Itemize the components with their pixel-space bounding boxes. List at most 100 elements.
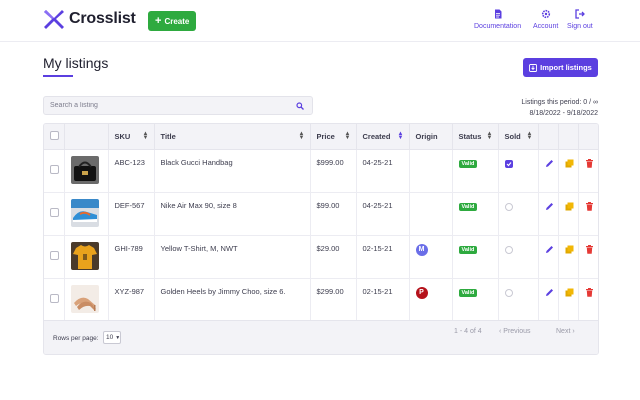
table-row[interactable]: XYZ-987 Golden Heels by Jimmy Choo, size… — [44, 278, 598, 322]
nav-sign-out-label: Sign out — [567, 23, 593, 30]
header-edit — [538, 124, 559, 150]
search-input[interactable] — [44, 102, 296, 109]
status-badge: Valid — [458, 159, 478, 168]
chevron-right-icon: › — [570, 328, 575, 335]
header-created[interactable]: Created ▲ ▼ — [356, 124, 410, 150]
sort-icon[interactable]: ▲ ▼ — [345, 131, 351, 141]
sort-icon[interactable]: ▲ ▼ — [299, 131, 305, 141]
price-cell: $99.00 — [310, 192, 357, 236]
sneaker-thumbnail-icon[interactable] — [70, 198, 99, 227]
pagination-range: 1 - 4 of 4 — [454, 328, 482, 335]
app-name: Crosslist — [69, 10, 136, 27]
import-listings-button[interactable]: Import listings — [523, 58, 598, 77]
nav-documentation[interactable]: Documentation — [474, 9, 521, 30]
delete-cell — [578, 192, 598, 236]
check-icon — [506, 161, 511, 166]
title-cell[interactable]: Nike Air Max 90, size 8 — [154, 192, 311, 236]
nav-account[interactable]: Account — [533, 9, 558, 30]
created-cell: 04-25-21 — [356, 192, 410, 236]
row-checkbox[interactable] — [50, 208, 59, 217]
header-title[interactable]: Title ▲ ▼ — [154, 124, 311, 150]
logo[interactable]: Crosslist — [43, 8, 136, 30]
nav-sign-out[interactable]: Sign out — [567, 9, 593, 30]
thumb-cell — [64, 278, 109, 322]
sort-active-icon[interactable]: ▲ ▼ — [398, 131, 404, 141]
row-select-cell — [44, 235, 65, 279]
table-row[interactable]: DEF-567 Nike Air Max 90, size 8 $99.00 0… — [44, 192, 598, 236]
duplicate-icon[interactable] — [565, 202, 574, 211]
create-label: Create — [164, 16, 190, 26]
page-title: My listings — [43, 55, 109, 71]
select-all-cell — [44, 124, 65, 150]
sold-checkbox-checked[interactable] — [504, 159, 513, 168]
thumb-cell — [64, 235, 109, 279]
row-checkbox[interactable] — [50, 294, 59, 303]
table-row[interactable]: ABC-123 Black Gucci Handbag $999.00 04-2… — [44, 149, 598, 193]
thumb-cell — [64, 149, 109, 193]
title-cell[interactable]: Golden Heels by Jimmy Choo, size 6. — [154, 278, 311, 322]
header-delete — [578, 124, 598, 150]
status-badge: Valid — [458, 288, 478, 297]
mercari-origin-icon: M — [415, 243, 428, 256]
duplicate-icon[interactable] — [565, 288, 574, 297]
plus-icon: + — [155, 14, 162, 27]
table-row[interactable]: GHI-789 Yellow T-Shirt, M, NWT $29.00 02… — [44, 235, 598, 279]
search-icon[interactable] — [296, 101, 304, 110]
sort-icon[interactable]: ▲ ▼ — [143, 131, 149, 141]
price-cell: $29.00 — [310, 235, 357, 279]
status-cell: Valid — [452, 149, 499, 193]
pencil-icon[interactable] — [545, 288, 554, 297]
trash-icon[interactable] — [585, 287, 594, 297]
trash-icon[interactable] — [585, 158, 594, 168]
duplicate-cell — [558, 149, 579, 193]
rows-per-page-label: Rows per page: — [53, 335, 99, 342]
duplicate-cell — [558, 235, 579, 279]
nav-account-label: Account — [533, 23, 559, 30]
duplicate-icon[interactable] — [565, 245, 574, 254]
header-status[interactable]: Status ▲ ▼ — [452, 124, 499, 150]
duplicate-cell — [558, 278, 579, 322]
title-cell[interactable]: Black Gucci Handbag — [154, 149, 311, 193]
handbag-thumbnail-icon[interactable] — [70, 155, 99, 184]
chevron-down-icon: ▼ — [115, 334, 121, 341]
rows-per-page-select[interactable]: 10 ▼ — [103, 331, 121, 344]
thumb-cell — [64, 192, 109, 236]
next-page-button[interactable]: Next › — [556, 328, 575, 335]
header-sold[interactable]: Sold ▲ ▼ — [498, 124, 539, 150]
tshirt-thumbnail-icon[interactable] — [70, 241, 99, 270]
header-price[interactable]: Price ▲ ▼ — [310, 124, 357, 150]
nav-documentation-label: Documentation — [474, 23, 522, 30]
row-checkbox[interactable] — [50, 251, 59, 260]
search-box — [43, 96, 313, 115]
sort-icon[interactable]: ▲ ▼ — [487, 131, 493, 141]
pencil-icon[interactable] — [545, 159, 554, 168]
trash-icon[interactable] — [585, 201, 594, 211]
header-created-label: Created — [362, 131, 391, 141]
trash-icon[interactable] — [585, 244, 594, 254]
pencil-icon[interactable] — [545, 202, 554, 211]
previous-page-button[interactable]: ‹ Previous — [499, 328, 531, 335]
price-cell: $999.00 — [310, 149, 357, 193]
edit-cell — [538, 235, 559, 279]
sold-cell — [498, 235, 539, 279]
listings-period: Listings this period: 0 / ∞ 8/18/2022 - … — [521, 97, 598, 119]
sku-cell: GHI-789 — [108, 235, 155, 279]
heels-thumbnail-icon[interactable] — [70, 284, 99, 313]
listings-table: SKU ▲ ▼ Title ▲ ▼ Price ▲ ▼ Created ▲ ▼ Origin S… — [43, 123, 599, 355]
sold-checkbox[interactable] — [504, 245, 513, 254]
sold-cell — [498, 149, 539, 193]
sold-checkbox[interactable] — [504, 202, 513, 211]
pencil-icon[interactable] — [545, 245, 554, 254]
sku-cell: ABC-123 — [108, 149, 155, 193]
row-checkbox[interactable] — [50, 165, 59, 174]
title-cell[interactable]: Yellow T-Shirt, M, NWT — [154, 235, 311, 279]
create-button[interactable]: + Create — [148, 11, 197, 31]
header-status-label: Status — [458, 131, 482, 141]
import-label: Import listings — [540, 63, 592, 72]
header-sku[interactable]: SKU ▲ ▼ — [108, 124, 155, 150]
row-select-cell — [44, 149, 65, 193]
duplicate-icon[interactable] — [565, 159, 574, 168]
sold-checkbox[interactable] — [504, 288, 513, 297]
select-all-checkbox[interactable] — [50, 130, 59, 140]
sort-icon[interactable]: ▲ ▼ — [527, 131, 533, 141]
